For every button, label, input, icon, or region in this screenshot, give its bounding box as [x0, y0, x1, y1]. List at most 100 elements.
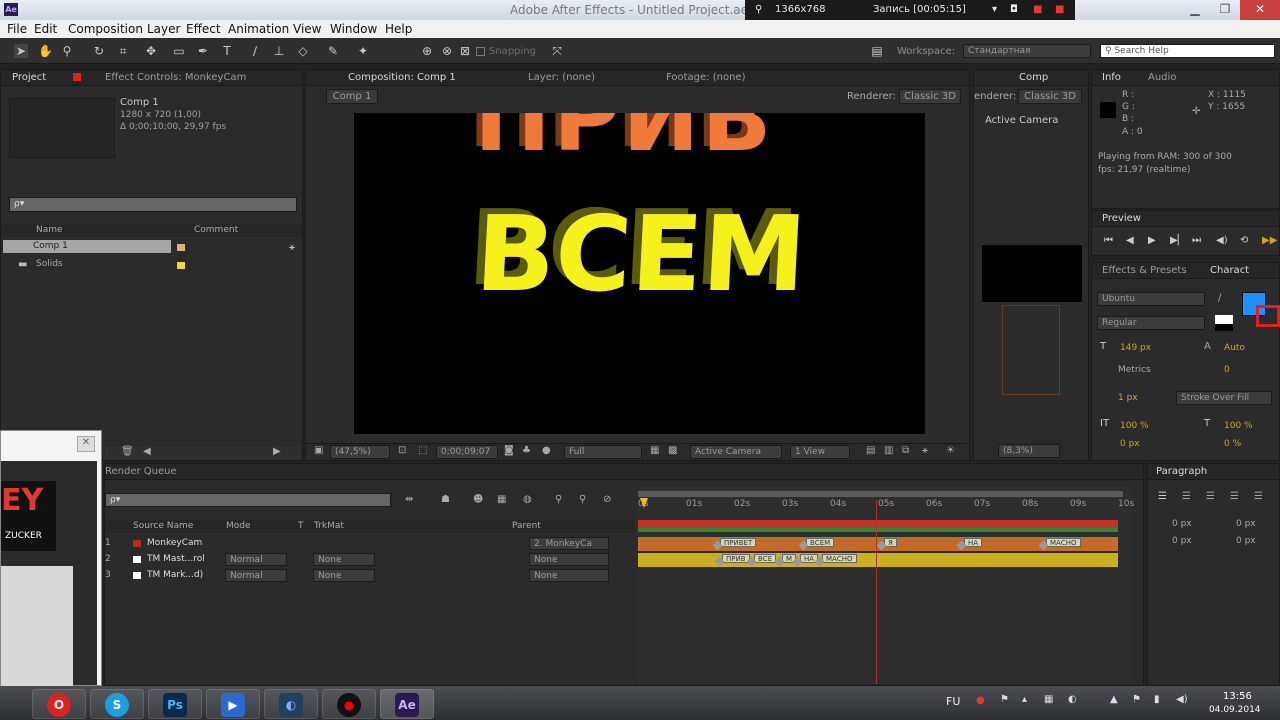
time-ruler[interactable]: 0s01s02s03s04s05s06s07s08s09s10s	[638, 499, 1134, 511]
resolution-dropdown[interactable]: Full	[564, 445, 642, 459]
tab-character[interactable]: Charact	[1210, 265, 1249, 276]
chevron-down-icon[interactable]: ▾	[992, 4, 997, 15]
tray-battery-icon[interactable]: ▮	[1154, 694, 1160, 705]
layer-name[interactable]: MonkeyCam	[147, 538, 202, 548]
justify-all-icon[interactable]: ☰	[1254, 491, 1263, 502]
layer-trkmat-dropdown[interactable]: None	[313, 569, 375, 582]
menu-window[interactable]: Window	[330, 22, 377, 36]
pan-behind-tool-icon[interactable]: ✥	[144, 44, 158, 58]
secondary-zoom-dropdown[interactable]: (8,3%)	[998, 444, 1060, 458]
tray-arrow-icon[interactable]: ▴	[1022, 694, 1027, 705]
search-icon[interactable]: ⚲	[755, 4, 762, 15]
taskbar-recorder[interactable]: ●	[322, 689, 376, 719]
graph-editor-icon[interactable]: ⚲	[555, 494, 562, 505]
flowchart-comp-icon[interactable]: ⚹	[922, 445, 928, 456]
vertical-scale-value[interactable]: 100 %	[1120, 421, 1149, 431]
indent-left-value[interactable]: 0 px	[1172, 519, 1192, 529]
align-left-icon[interactable]: ☰	[1158, 491, 1167, 502]
layer-name[interactable]: TM Mark...d)	[147, 570, 203, 580]
tab-project[interactable]: Project	[12, 72, 46, 83]
menu-help[interactable]: Help	[385, 22, 412, 36]
layer-marker[interactable]: ВСЕ	[754, 554, 777, 563]
scroll-right-icon[interactable]: ▶	[273, 446, 281, 457]
tab-preview[interactable]: Preview	[1102, 213, 1141, 224]
prev-frame-icon[interactable]: ◀	[1126, 235, 1134, 246]
tab-comp-secondary[interactable]: Comp	[1019, 72, 1048, 83]
secondary-renderer-button[interactable]: Classic 3D	[1018, 89, 1082, 104]
workspace-dropdown[interactable]: Стандартная	[963, 44, 1091, 58]
first-frame-icon[interactable]: ⏮	[1104, 235, 1113, 246]
comp-viewer[interactable]: ПРИВ ВСЕМ	[354, 113, 925, 434]
layer-mode-dropdown[interactable]: Normal	[225, 569, 287, 582]
close-icon[interactable]: ✕	[1240, 0, 1280, 20]
justify-left-icon[interactable]: ☰	[1230, 491, 1239, 502]
comp-subtab[interactable]: Comp 1	[326, 89, 378, 104]
taskbar-bandicam[interactable]: ◐	[264, 689, 318, 719]
brainstorm-icon[interactable]: ⚲	[579, 494, 586, 505]
timeline-icon[interactable]: ⧉	[902, 445, 909, 456]
next-frame-icon[interactable]: ▶▏	[1170, 235, 1185, 246]
toggle-pixel-aspect-icon[interactable]: ▤	[866, 445, 875, 456]
tray-volume-icon[interactable]: ◐	[1068, 694, 1077, 705]
layer-parent-dropdown[interactable]: None	[529, 553, 609, 566]
taskbar-media[interactable]: ▶	[206, 689, 260, 719]
layer1-bar[interactable]	[638, 520, 1118, 528]
minimize-icon[interactable]: ▁	[1180, 0, 1210, 20]
selection-tool-icon[interactable]: ➤	[14, 44, 28, 58]
stroke-color-swatch[interactable]	[1256, 305, 1280, 327]
horizontal-scale-value[interactable]: 100 %	[1224, 421, 1253, 431]
layer-marker[interactable]: МАСНО	[1046, 538, 1081, 547]
tab-layer[interactable]: Layer: (none)	[528, 72, 595, 83]
white-swatch[interactable]	[1215, 315, 1233, 324]
kerning-value[interactable]: Metrics	[1118, 365, 1151, 375]
timeline-search-input[interactable]: ρ▾	[105, 493, 391, 507]
mask-visibility-icon[interactable]: ⬚	[418, 445, 427, 456]
clock-time[interactable]: 13:56	[1223, 691, 1252, 702]
menu-composition[interactable]: Composition	[68, 22, 143, 36]
tray-signal-icon[interactable]: ▲	[1110, 694, 1118, 705]
snapping-options-icon[interactable]: ⤧	[550, 44, 564, 58]
indent-right-value[interactable]: 0 px	[1236, 519, 1256, 529]
time-graph[interactable]: 0s01s02s03s04s05s06s07s08s09s10s ПРИВЕТ В…	[638, 486, 1134, 684]
channel-icon[interactable]: ●	[542, 445, 551, 456]
menu-edit[interactable]: Edit	[34, 22, 57, 36]
eraser-tool-icon[interactable]: ◇	[296, 44, 310, 58]
safe-zones-icon[interactable]: ⊡	[398, 445, 406, 456]
clock-date[interactable]: 04.09.2014	[1209, 705, 1261, 715]
space-after-value[interactable]: 0 px	[1236, 536, 1256, 546]
renderer-button[interactable]: Classic 3D	[899, 89, 961, 104]
timecode-field[interactable]: 0;00;09;07	[436, 445, 498, 459]
tray-network-icon[interactable]: ▦	[1044, 694, 1053, 705]
tab-effects-presets[interactable]: Effects & Presets	[1102, 265, 1187, 276]
flowchart-icon[interactable]: ⚹	[289, 242, 295, 253]
tab-info[interactable]: Info	[1102, 72, 1121, 83]
stop-icon[interactable]: ■	[1055, 4, 1064, 15]
taskbar-after-effects[interactable]: Ae	[380, 689, 434, 719]
show-snapshot-icon[interactable]: ♣	[522, 445, 531, 456]
layer-marker[interactable]: ПРИВЕТ	[720, 538, 757, 547]
type-tool-icon[interactable]: T	[220, 44, 234, 58]
roto-brush-tool-icon[interactable]: ✎	[326, 44, 340, 58]
space-before-value[interactable]: 0 px	[1172, 536, 1192, 546]
tray-flag2-icon[interactable]: ⚑	[1132, 694, 1141, 705]
scroll-left-icon[interactable]: ◀	[143, 446, 151, 457]
last-frame-icon[interactable]: ⏭	[1192, 235, 1201, 246]
layer3-bar[interactable]	[638, 553, 1118, 567]
rectangle-tool-icon[interactable]: ▭	[172, 44, 186, 58]
layer-parent-dropdown[interactable]: None	[529, 569, 609, 582]
secondary-viewer[interactable]	[982, 245, 1082, 302]
black-swatch[interactable]	[1215, 324, 1233, 331]
ram-preview-icon[interactable]: ▶▶	[1262, 235, 1277, 246]
brush-tool-icon[interactable]: ∕	[248, 44, 262, 58]
fast-previews-icon[interactable]: ▥	[884, 445, 893, 456]
menu-effect[interactable]: Effect	[186, 22, 221, 36]
hand-tool-icon[interactable]: ✋	[38, 44, 53, 58]
layer-row[interactable]: 3 TM Mark...d) Normal None None	[105, 569, 635, 583]
tab-footage[interactable]: Footage: (none)	[666, 72, 745, 83]
tab-composition[interactable]: Composition: Comp 1	[348, 72, 456, 83]
camera-icon[interactable]: ◘	[1010, 4, 1018, 15]
project-item-comp1[interactable]: Comp 1	[3, 240, 171, 253]
menu-animation[interactable]: Animation	[228, 22, 289, 36]
trash-icon[interactable]: 🗑	[121, 446, 134, 457]
always-preview-icon[interactable]: ▣	[314, 445, 323, 456]
